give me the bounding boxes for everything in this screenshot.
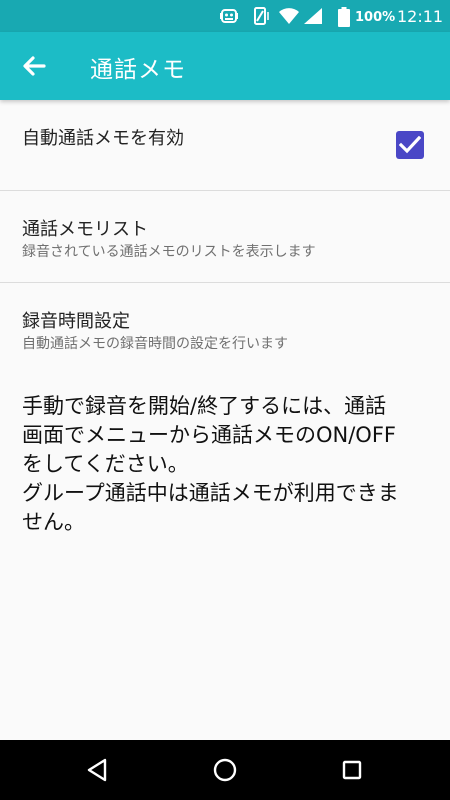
- app-bar: 通話メモ: [0, 32, 450, 100]
- back-button[interactable]: [14, 46, 54, 86]
- setting-memo-list-title: 通話メモリスト: [22, 219, 148, 240]
- setting-auto-memo-title: 自動通話メモを有効: [22, 128, 184, 149]
- setting-memo-list-summary: 録音されている通話メモのリストを表示します: [22, 244, 316, 260]
- auto-memo-checkbox[interactable]: [396, 131, 424, 159]
- setting-record-time[interactable]: 録音時間設定 自動通話メモの録音時間の設定を行います: [0, 283, 450, 367]
- screen: 100% 12:11 通話メモ 自動通話メモを有効 通話メモリスト 録音されてい…: [0, 0, 450, 800]
- check-icon: [399, 136, 421, 154]
- setting-record-time-summary: 自動通話メモの録音時間の設定を行います: [22, 336, 288, 352]
- info-text: 手動で録音を開始/終了するには、通話 画面でメニューから通話メモのON/OFF …: [22, 392, 432, 537]
- square-recent-icon: [342, 760, 362, 780]
- info-line: せん。: [22, 510, 85, 534]
- setting-memo-list[interactable]: 通話メモリスト 録音されている通話メモのリストを表示します: [0, 191, 450, 283]
- status-bar: 100% 12:11: [0, 0, 450, 32]
- navigation-bar: [0, 740, 450, 800]
- info-line: 画面でメニューから通話メモのON/OFF: [22, 423, 396, 447]
- info-line: をしてください。: [22, 452, 189, 476]
- vibrate-icon: [254, 7, 269, 25]
- nav-home-button[interactable]: [203, 750, 247, 790]
- circle-home-icon: [213, 758, 237, 782]
- page-title: 通話メモ: [90, 57, 186, 83]
- triangle-back-icon: [87, 758, 107, 782]
- setting-auto-memo[interactable]: 自動通話メモを有効: [0, 100, 450, 191]
- nav-recent-button[interactable]: [330, 750, 374, 790]
- status-clock: 12:11: [397, 7, 444, 26]
- nav-back-button[interactable]: [75, 750, 119, 790]
- battery-icon: [338, 7, 350, 27]
- signal-icon: [304, 8, 322, 24]
- notification-icon: [220, 9, 238, 23]
- arrow-left-icon: [23, 56, 46, 76]
- info-line: 手動で録音を開始/終了するには、通話: [22, 394, 387, 418]
- setting-record-time-title: 録音時間設定: [22, 311, 130, 332]
- info-line: グループ通話中は通話メモが利用できま: [22, 481, 399, 505]
- wifi-icon: [279, 8, 299, 24]
- battery-percent: 100%: [355, 10, 396, 25]
